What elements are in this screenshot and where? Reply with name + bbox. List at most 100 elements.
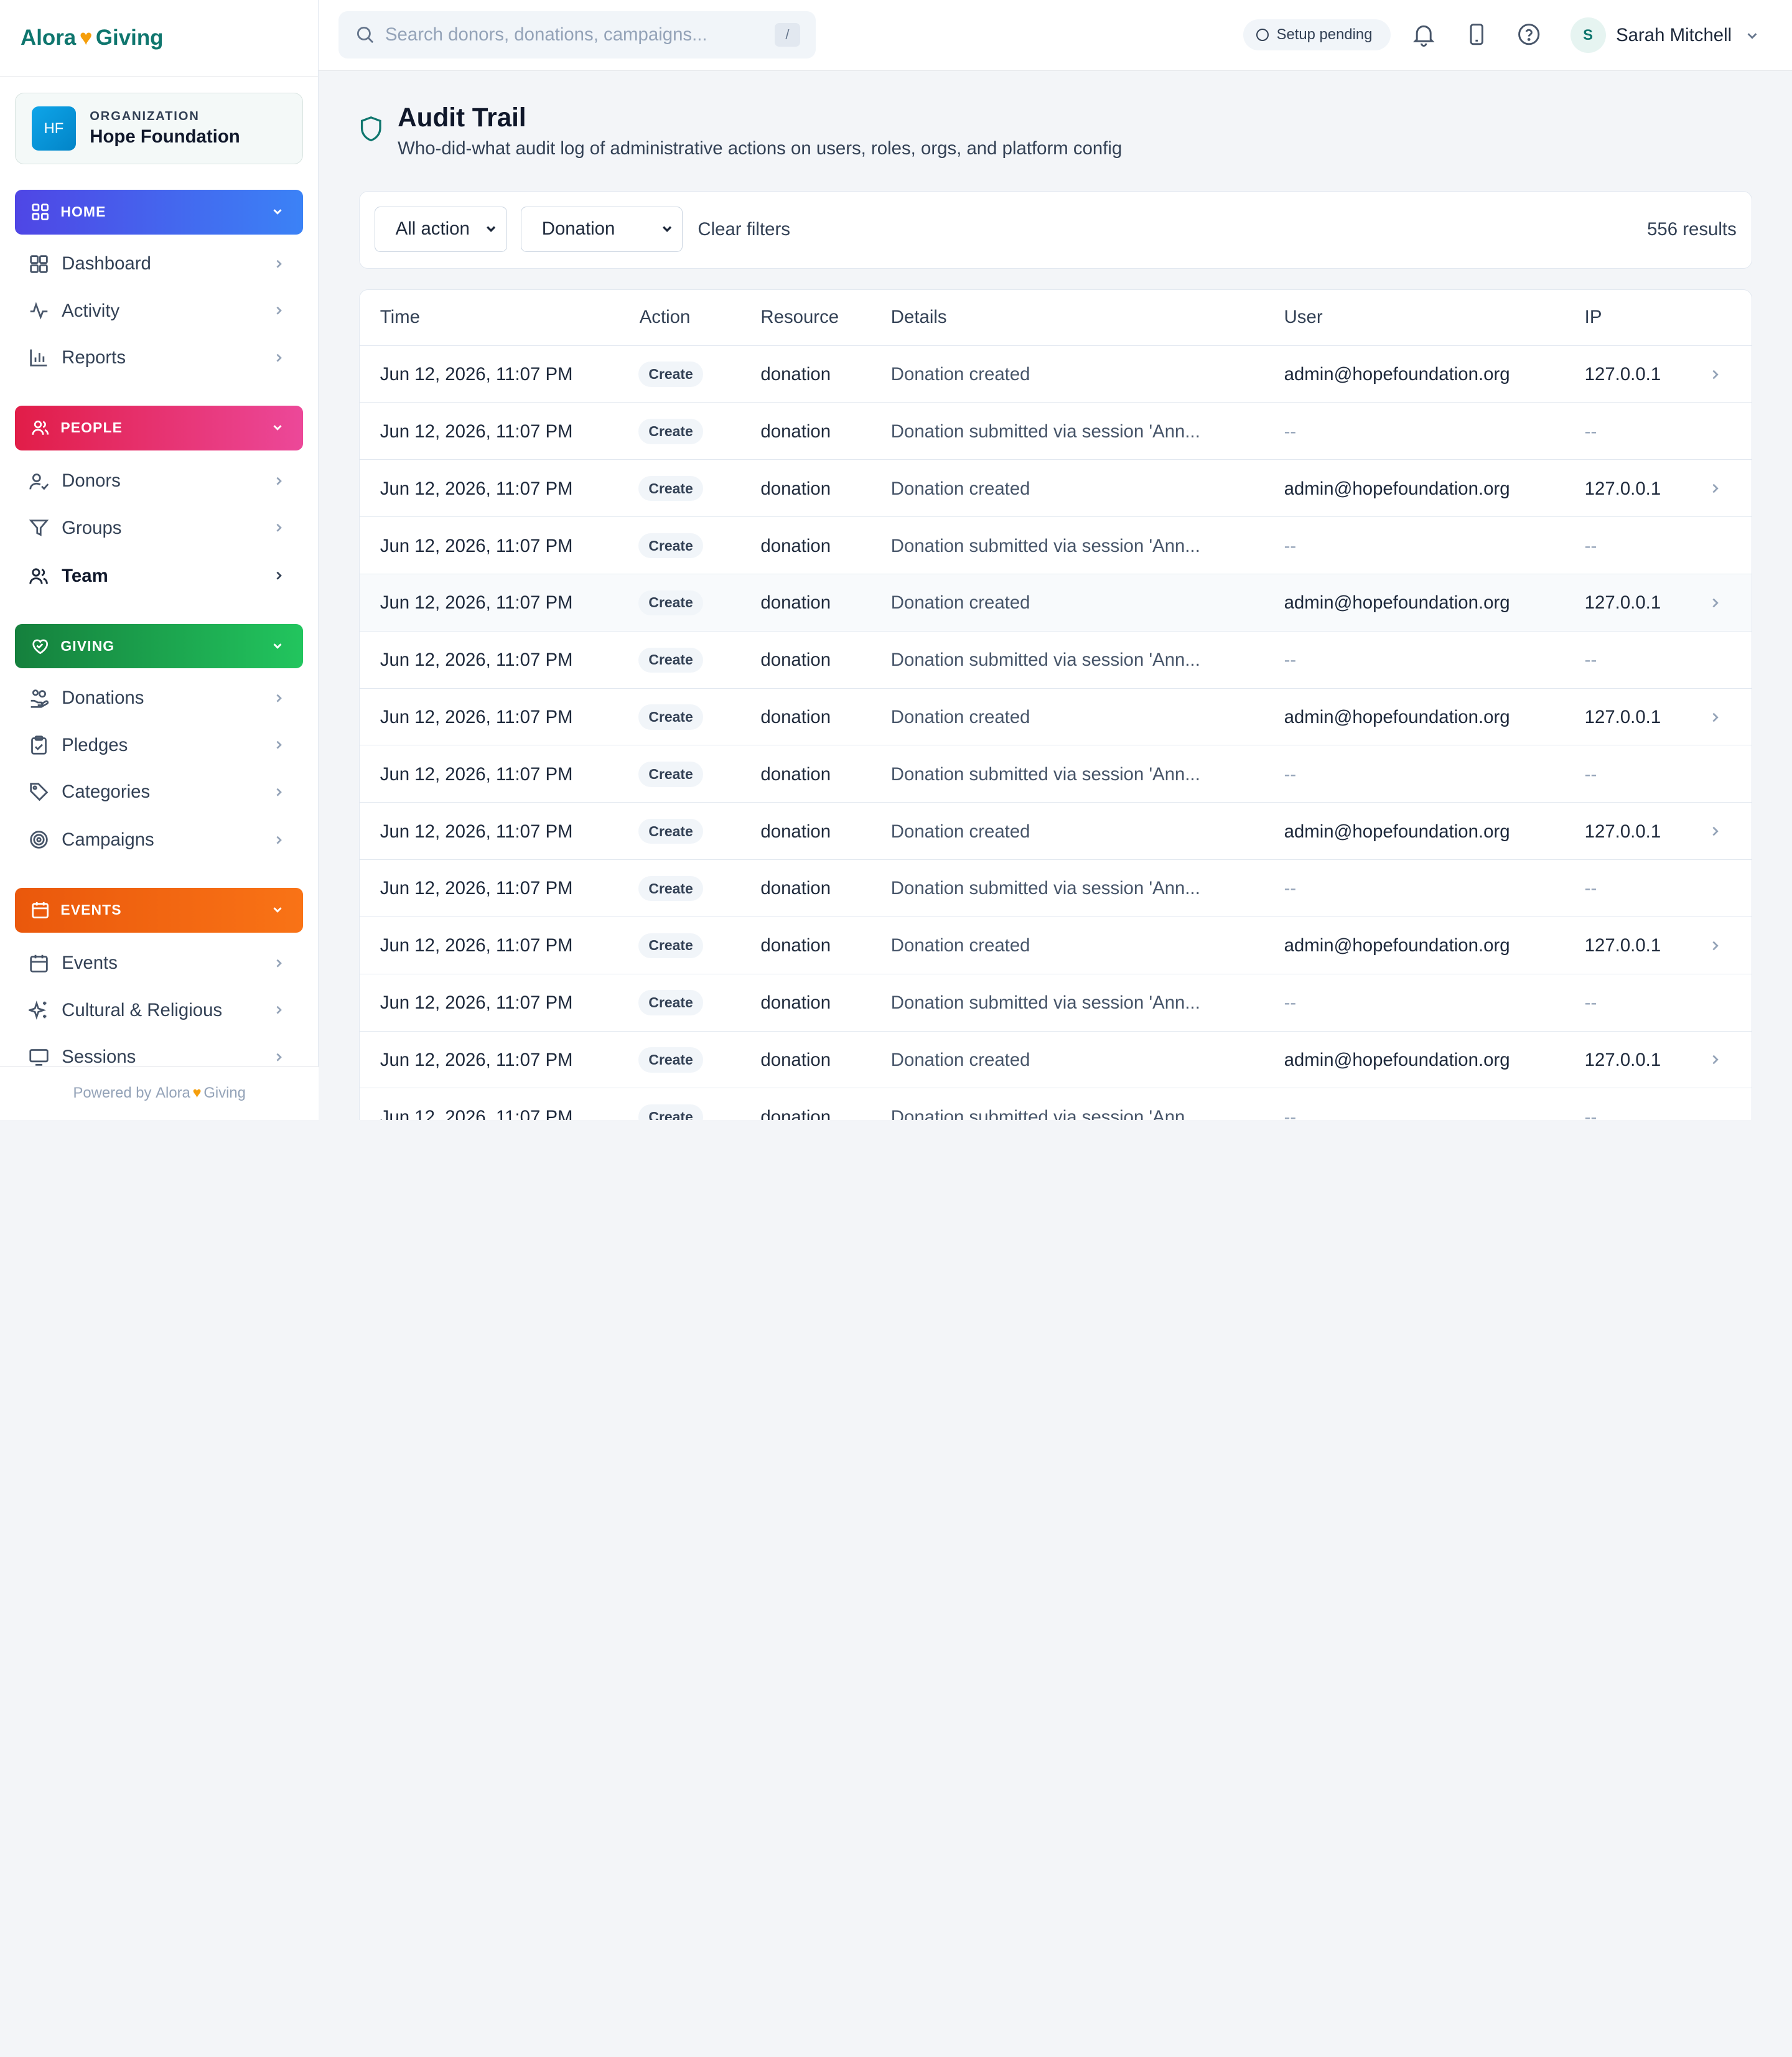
bell-icon[interactable] <box>1411 22 1436 47</box>
cell-resource: donation <box>760 650 831 671</box>
table-row[interactable]: Jun 12, 2026, 11:07 PM Create donation Dona… <box>359 803 1752 861</box>
chevron-right-icon[interactable] <box>1709 1053 1720 1066</box>
action-badge: Create <box>638 990 704 1015</box>
team-icon <box>29 568 48 584</box>
table-row[interactable]: Jun 12, 2026, 11:07 PM Create donation Dona… <box>359 745 1752 803</box>
help-icon[interactable] <box>1516 22 1541 47</box>
sidebar-item-pledges[interactable]: Pledges <box>15 724 303 765</box>
chevron-down-icon <box>486 226 495 233</box>
section-events[interactable]: EVENTS <box>14 888 303 933</box>
cell-ip: 127.0.0.1 <box>1584 821 1661 842</box>
table-header: Time Action Resource Details User IP <box>359 290 1752 346</box>
cell-time: Jun 12, 2026, 11:07 PM <box>380 1106 573 1120</box>
activity-icon <box>30 302 48 320</box>
cell-user: -- <box>1284 992 1297 1014</box>
sidebar-item-reports[interactable]: Reports <box>15 337 303 378</box>
chevron-right-icon[interactable] <box>1709 482 1720 495</box>
column-header-time[interactable]: Time <box>380 307 420 328</box>
column-header-details[interactable]: Details <box>891 307 947 328</box>
sidebar-item-cultural-religious[interactable]: Cultural & Religious <box>15 990 303 1031</box>
cell-time: Jun 12, 2026, 11:07 PM <box>380 535 573 556</box>
cell-details: Donation submitted via session 'Ann... <box>890 1106 1200 1120</box>
table-row[interactable]: Jun 12, 2026, 11:07 PM Create donation Dona… <box>359 689 1752 746</box>
section-giving[interactable]: GIVING <box>14 623 303 669</box>
sidebar-item-groups[interactable]: Groups <box>15 507 303 548</box>
sidebar-item-dashboard[interactable]: Dashboard <box>15 243 303 284</box>
chevron-down-icon <box>662 226 671 233</box>
sidebar-item-label: Campaigns <box>62 829 154 850</box>
cell-resource: donation <box>760 821 831 842</box>
cell-details: Donation submitted via session 'Ann... <box>890 763 1200 785</box>
user-menu[interactable]: S Sarah Mitchell <box>1570 17 1760 54</box>
sidebar-item-label: Reports <box>62 347 126 368</box>
column-header-ip[interactable]: IP <box>1585 307 1602 328</box>
brand-name-right: Giving <box>95 26 164 50</box>
table-row[interactable]: Jun 12, 2026, 11:07 PM Create donation Dona… <box>359 917 1752 974</box>
search-input[interactable] <box>385 24 763 45</box>
cell-ip: -- <box>1584 650 1597 671</box>
cell-resource: donation <box>760 1049 831 1070</box>
action-filter-select[interactable]: All action <box>374 206 507 253</box>
setup-status-label: Setup pending <box>1276 26 1373 43</box>
tag-icon <box>30 783 49 801</box>
table-row[interactable]: Jun 12, 2026, 11:07 PM Create donation Dona… <box>360 1088 1752 1120</box>
chevron-right-icon[interactable] <box>1709 596 1720 610</box>
chevron-right-icon <box>276 741 282 749</box>
table-row[interactable]: Jun 12, 2026, 11:07 PM Create donation Dona… <box>359 1032 1752 1089</box>
cell-details: Donation created <box>890 821 1030 842</box>
chevron-down-icon <box>273 425 282 431</box>
action-badge: Create <box>638 704 704 730</box>
phone-icon[interactable] <box>1464 22 1489 47</box>
sidebar-item-campaigns[interactable]: Campaigns <box>15 819 303 861</box>
sidebar-item-donations[interactable]: Donations <box>15 678 303 719</box>
cell-details: Donation submitted via session 'Ann... <box>890 992 1200 1014</box>
table-row[interactable]: Jun 12, 2026, 11:07 PM Create donation Dona… <box>359 346 1752 403</box>
column-header-action[interactable]: Action <box>640 307 691 328</box>
table-row[interactable]: Jun 12, 2026, 11:07 PM Create donation Dona… <box>359 460 1752 518</box>
organization-switcher[interactable]: HF ORGANIZATION Hope Foundation <box>14 92 303 165</box>
avatar: S <box>1570 17 1606 54</box>
section-home[interactable]: HOME <box>14 189 303 235</box>
table-row[interactable]: Jun 12, 2026, 11:07 PM Create donation Dona… <box>359 403 1752 460</box>
sidebar-item-donors[interactable]: Donors <box>15 460 303 501</box>
grid-icon <box>31 203 49 221</box>
cell-time: Jun 12, 2026, 11:07 PM <box>380 763 573 785</box>
cell-resource: donation <box>760 478 831 499</box>
page-title: Audit Trail <box>398 103 526 133</box>
brand-logo[interactable]: Alora ♥ Giving <box>0 0 319 77</box>
cell-ip: 127.0.0.1 <box>1584 592 1661 613</box>
table-row[interactable]: Jun 12, 2026, 11:07 PM Create donation Dona… <box>359 632 1752 689</box>
sidebar-item-events[interactable]: Events <box>15 943 303 984</box>
clear-filters-button[interactable]: Clear filters <box>698 219 790 240</box>
resource-filter-select[interactable]: Donation <box>520 206 683 253</box>
sidebar-item-categories[interactable]: Categories <box>15 772 303 813</box>
column-header-resource[interactable]: Resource <box>760 307 839 328</box>
search-icon <box>357 27 374 44</box>
global-search[interactable]: / <box>338 11 816 58</box>
chevron-right-icon <box>276 959 282 968</box>
chevron-right-icon[interactable] <box>1709 939 1720 953</box>
resource-filter-value: Donation <box>541 218 615 240</box>
chevron-right-icon[interactable] <box>1709 824 1720 838</box>
cell-ip: -- <box>1584 992 1597 1014</box>
cell-user: admin@hopefoundation.org <box>1284 935 1510 956</box>
chevron-right-icon[interactable] <box>1709 368 1720 381</box>
table-row[interactable]: Jun 12, 2026, 11:07 PM Create donation Dona… <box>359 574 1752 632</box>
sidebar-item-label: Pledges <box>62 734 128 755</box>
action-badge: Create <box>638 933 704 959</box>
column-header-user[interactable]: User <box>1284 307 1323 328</box>
table-row[interactable]: Jun 12, 2026, 11:07 PM Create donation Dona… <box>359 860 1752 917</box>
table-row[interactable]: Jun 12, 2026, 11:07 PM Create donation Dona… <box>359 517 1752 574</box>
sidebar-item-activity[interactable]: Activity <box>15 291 303 332</box>
table-row[interactable]: Jun 12, 2026, 11:07 PM Create donation Dona… <box>359 974 1752 1032</box>
sidebar-item-team[interactable]: Team <box>15 556 303 597</box>
setup-status-badge[interactable]: Setup pending <box>1243 19 1391 50</box>
section-people[interactable]: PEOPLE <box>14 406 303 450</box>
cell-ip: 127.0.0.1 <box>1584 478 1661 499</box>
sidebar-item-label: Donors <box>62 470 121 492</box>
cell-time: Jun 12, 2026, 11:07 PM <box>380 478 573 499</box>
cell-details: Donation submitted via session 'Ann... <box>890 878 1200 899</box>
cell-ip: 127.0.0.1 <box>1584 364 1661 385</box>
chevron-right-icon[interactable] <box>1709 711 1720 724</box>
chevron-right-icon <box>276 259 282 268</box>
